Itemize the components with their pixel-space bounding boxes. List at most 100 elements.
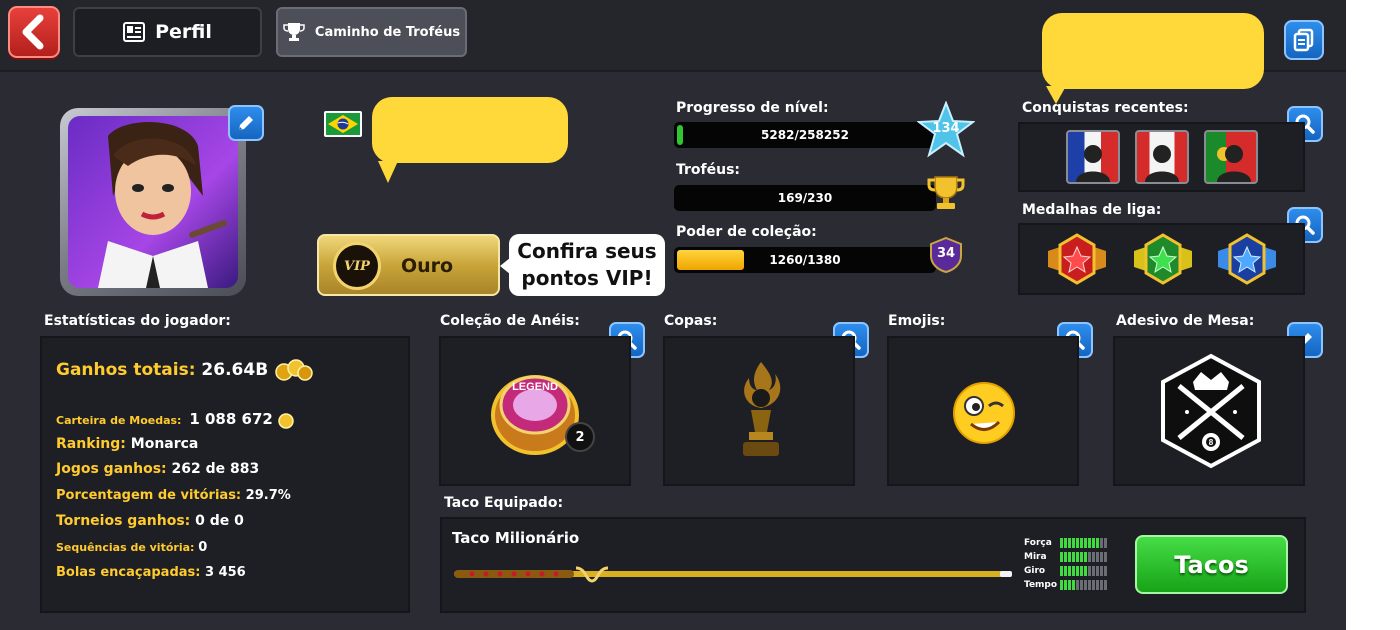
level-star-badge: 134 [916,100,976,159]
cups-label: Copas: [664,313,718,329]
edit-avatar-button[interactable] [228,105,264,141]
cue-stat-segment [1084,566,1087,576]
player-stats-label: Estatísticas do jogador: [44,313,231,329]
cue-stat-segment [1064,552,1067,562]
cue-stat-segment [1068,538,1071,548]
redacted-name-bubble [372,97,568,163]
copy-id-button[interactable] [1284,20,1324,60]
coin-stack-icon [275,359,313,381]
table-decal-tile[interactable]: 8 [1113,336,1305,486]
cue-stat-segment [1060,538,1063,548]
stat-streaks: Sequências de vitória: 0 [56,540,207,555]
cue-stat-name: Tempo [1024,580,1058,590]
cue-stat-name: Força [1024,538,1052,548]
cue-stat-segment [1088,580,1091,590]
player-stats-panel: Ganhos totais: 26.64B Carteira de Moedas… [40,336,410,613]
decal-ball-number: 8 [1209,438,1214,447]
cups-tile[interactable] [663,336,855,486]
achievement-portugal[interactable] [1204,130,1258,184]
cue-stat-segment [1064,580,1067,590]
back-button[interactable] [8,6,60,58]
rings-count-badge: 2 [565,422,595,452]
collection-power-badge: 34 [927,236,965,274]
cue-stat-segment [1096,552,1099,562]
stat-streaks-label: Sequências de vitória: [56,541,195,554]
silhouette-icon [1076,145,1110,182]
cue-stat-segment [1092,538,1095,548]
cue-stat-segment [1076,552,1079,562]
rings-label: Coleção de Anéis: [440,313,580,329]
collection-power-level: 34 [936,246,956,261]
tab-profile-label: Perfil [155,21,212,43]
stat-total-earnings: Ganhos totais: 26.64B [56,358,314,382]
cue-stat-segment [1080,580,1083,590]
collection-power-bar: 1260/1380 [674,247,936,273]
red-star-medal-icon[interactable] [1044,231,1110,287]
achievements-panel [1018,122,1305,192]
stat-win-pct-label: Porcentagem de vitórias: [56,488,242,503]
green-star-medal-icon[interactable] [1130,231,1196,287]
cue-stat-segment [1064,538,1067,548]
tab-trophy-road[interactable]: Caminho de Troféus [276,7,467,57]
hexagon-decal-icon: 8 [1161,353,1261,469]
cue-stat-segment [1064,566,1067,576]
silhouette-icon [1145,145,1179,182]
cue-stat-segment [1080,566,1083,576]
ring-text: LEGEND [512,381,558,393]
cue-stat-segment [1096,538,1099,548]
profile-card-icon [123,22,146,42]
trophies-bar: 169/230 [674,185,936,211]
stat-total-earnings-value: 26.64B [201,360,269,380]
blue-star-medal-icon[interactable] [1214,231,1280,287]
silhouette-icon [1217,145,1251,182]
cue-name: Taco Milionário [452,529,580,547]
stat-balls-potted-label: Bolas encaçapadas: [56,565,201,580]
equipped-cue-label: Taco Equipado: [444,495,564,511]
emojis-tile[interactable] [887,336,1079,486]
cue-stat-segment [1072,580,1075,590]
stat-games-won-label: Jogos ganhos: [56,461,167,477]
vip-button[interactable]: VIP Ouro [317,234,500,296]
achievement-canada[interactable] [1135,130,1189,184]
flame-cup-icon [743,362,781,456]
country-flag-brazil [324,111,362,137]
cues-button-label: Tacos [1174,550,1249,579]
cue-stat-segment [1096,580,1099,590]
stat-tournaments: Torneios ganhos: 0 de 0 [56,513,244,529]
cue-stat-segment [1060,580,1063,590]
vip-tooltip[interactable]: Confira seus pontos VIP! [509,234,665,296]
redacted-name-tail [378,161,398,183]
rings-tile[interactable]: LEGEND 2 [439,336,631,486]
cue-stat-segment [1104,552,1107,562]
cue-stat-segment [1060,552,1063,562]
wink-emoji-icon [953,382,1015,444]
brazil-flag-icon [328,115,358,133]
cue-stat-segment [1104,538,1107,548]
level-progress-bar: 5282/258252 [674,122,936,148]
stat-total-earnings-label: Ganhos totais: [56,360,196,380]
recent-achievements-label: Conquistas recentes: [1022,100,1189,116]
cue-stat-segment [1092,552,1095,562]
cue-stat-segment [1076,580,1079,590]
level-number: 134 [932,121,960,136]
level-progress-text: 5282/258252 [761,128,849,142]
achievement-france[interactable] [1066,130,1120,184]
vip-tooltip-arrow [500,258,510,274]
tab-profile[interactable]: Perfil [73,7,262,57]
collection-power-label: Poder de coleção: [676,224,817,240]
cue-stat-segment [1100,538,1103,548]
copy-icon [1293,28,1314,52]
cue-stat-segment [1088,566,1091,576]
cue-stat-segment [1072,552,1075,562]
stat-streaks-value: 0 [198,540,208,555]
vip-level: Ouro [401,255,454,277]
emojis-label: Emojis: [888,313,946,329]
cues-button[interactable]: Tacos [1135,535,1288,594]
avatar-frame[interactable] [60,108,246,296]
coin-icon [277,413,294,429]
cue-stat-name: Mira [1024,552,1047,562]
stat-ranking-value: Monarca [130,436,199,452]
stat-balls-potted: Bolas encaçapadas: 3 456 [56,565,246,580]
cue-stat-segment [1104,566,1107,576]
trophy-icon [283,23,305,41]
